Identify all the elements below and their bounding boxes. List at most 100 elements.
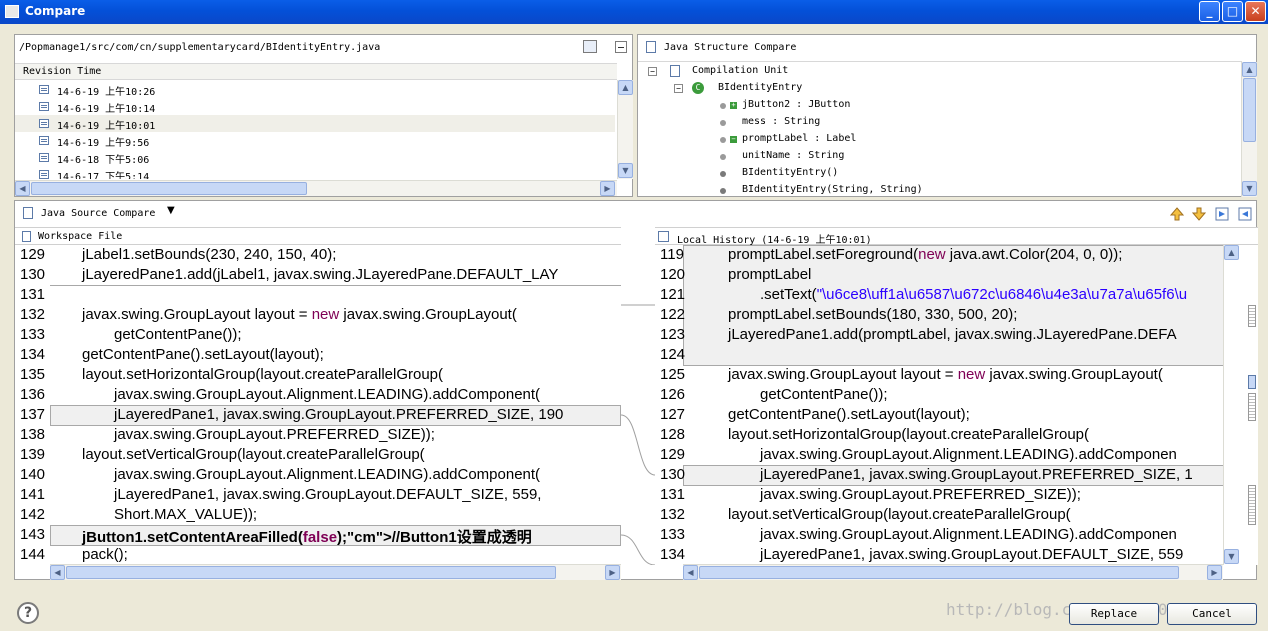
code-text: jLabel1.setBounds(230, 240, 150, 40); <box>82 246 337 263</box>
collapse-icon[interactable]: − <box>648 67 657 76</box>
cancel-button[interactable]: Cancel <box>1167 603 1257 625</box>
code-text: jButton1.setContentAreaFilled(false);"cm… <box>82 529 532 546</box>
scroll-thumb[interactable] <box>31 182 307 195</box>
member-icon <box>720 137 726 143</box>
code-text: layout.setHorizontalGroup(layout.createP… <box>728 426 1090 443</box>
minimize-pane-icon[interactable] <box>615 41 627 53</box>
code-text: .setText("\u6ce8\uff1a\u6587\u672c\u6846… <box>760 286 1188 303</box>
scroll-right-arrow[interactable]: ▶ <box>600 181 615 196</box>
revision-vscrollbar[interactable]: ▲ ▼ <box>617 80 633 179</box>
revision-time: 14-6-19 上午9:56 <box>57 138 150 149</box>
revision-time: 14-6-18 下午5:06 <box>57 155 150 166</box>
revision-hscrollbar[interactable]: ◀ ▶ <box>15 180 617 196</box>
source-compare-panel: Java Source Compare ▼ Workspace File Loc… <box>14 200 1258 580</box>
scroll-down-arrow[interactable]: ▼ <box>618 163 633 178</box>
replace-button[interactable]: Replace <box>1069 603 1159 625</box>
code-line: 131 <box>15 285 621 305</box>
code-line: 121 .setText("\u6ce8\uff1a\u6587\u672c\u6… <box>655 285 1223 305</box>
revision-time: 14-6-19 上午10:14 <box>57 104 156 115</box>
code-text: layout.setVerticalGroup(layout.createPar… <box>82 446 425 463</box>
code-line: 129 javax.swing.GroupLayout.Alignment.LEA… <box>655 445 1223 465</box>
help-icon[interactable]: ? <box>17 602 39 624</box>
code-line: 137 jLayeredPane1, javax.swing.GroupLayou… <box>15 405 621 425</box>
next-difference-icon[interactable] <box>1169 206 1185 221</box>
code-text: javax.swing.GroupLayout.PREFERRED_SIZE))… <box>760 486 1081 503</box>
next-change-icon[interactable] <box>1215 206 1229 221</box>
revision-list: 14-6-19 上午10:26 14-6-19 上午10:14 14-6-19 上午… <box>15 81 617 179</box>
line-number: 125 <box>660 366 686 383</box>
tree-label: BIdentityEntry(String, String) <box>742 184 923 195</box>
chevron-down-icon[interactable]: ▼ <box>167 205 175 216</box>
previous-change-icon[interactable] <box>1238 206 1252 221</box>
code-line: 123 jLayeredPane1.add(promptLabel, javax.… <box>655 325 1223 345</box>
revision-row[interactable]: 14-6-19 上午9:56 <box>15 132 615 149</box>
code-line: 141 jLayeredPane1, javax.swing.GroupLayou… <box>15 485 621 505</box>
right-code-editor[interactable]: 119 promptLabel.setForeground(new java.aw… <box>655 245 1223 565</box>
left-hscrollbar[interactable]: ◀ ▶ <box>50 564 621 580</box>
previous-difference-icon[interactable] <box>1191 206 1207 221</box>
line-number: 126 <box>660 386 686 403</box>
line-number: 124 <box>660 346 686 363</box>
line-number: 143 <box>20 526 46 543</box>
code-text: javax.swing.GroupLayout.Alignment.LEADIN… <box>114 386 541 403</box>
history-icon[interactable] <box>583 40 597 53</box>
code-text: jLayeredPane1, javax.swing.GroupLayout.D… <box>114 486 542 503</box>
scroll-left-arrow[interactable]: ◀ <box>683 565 698 580</box>
maximize-button[interactable]: □ <box>1222 1 1243 22</box>
code-line: 144 pack(); <box>15 545 621 565</box>
code-text: jLayeredPane1.add(jLabel1, javax.swing.J… <box>82 266 559 283</box>
scroll-thumb[interactable] <box>699 566 1179 579</box>
line-number: 130 <box>20 266 46 283</box>
code-text: javax.swing.GroupLayout layout = new jav… <box>82 306 517 323</box>
revision-icon <box>39 102 49 111</box>
line-number: 142 <box>20 506 46 523</box>
right-hscrollbar[interactable]: ◀ ▶ <box>683 564 1223 580</box>
code-line: 143 jButton1.setContentAreaFilled(false);… <box>15 525 621 546</box>
column-header-revision-time[interactable]: Revision Time <box>23 66 101 77</box>
diff-connector-gutter <box>620 245 656 566</box>
close-button[interactable]: ✕ <box>1245 1 1266 22</box>
collapse-icon[interactable]: − <box>674 84 683 93</box>
revision-row[interactable]: 14-6-19 上午10:01 <box>15 115 615 132</box>
revision-row[interactable]: 14-6-19 上午10:14 <box>15 98 615 115</box>
code-line: 126 getContentPane()); <box>655 385 1223 405</box>
line-number: 137 <box>20 406 46 423</box>
scroll-thumb[interactable] <box>66 566 556 579</box>
revision-row[interactable]: 14-6-19 上午10:26 <box>15 81 615 98</box>
java-file-icon <box>646 41 656 53</box>
tree-label: promptLabel : Label <box>742 133 857 144</box>
code-line: 131 javax.swing.GroupLayout.PREFERRED_SIZ… <box>655 485 1223 505</box>
scroll-left-arrow[interactable]: ◀ <box>50 565 65 580</box>
right-pane-title: Local History (14-6-19 上午10:01) <box>677 235 872 246</box>
scroll-up-arrow[interactable]: ▲ <box>1242 62 1257 77</box>
line-number: 144 <box>20 546 46 563</box>
revision-row[interactable]: 14-6-17 下午5:14 <box>15 166 615 179</box>
left-code-editor[interactable]: 129 jLabel1.setBounds(230, 240, 150, 40);… <box>15 245 621 565</box>
line-number: 129 <box>20 246 46 263</box>
right-vscrollbar[interactable]: ▲ ▼ <box>1223 245 1239 565</box>
code-text: Short.MAX_VALUE)); <box>114 506 258 523</box>
scroll-down-arrow[interactable]: ▼ <box>1242 181 1257 196</box>
tree-label: Compilation Unit <box>692 65 789 76</box>
scroll-left-arrow[interactable]: ◀ <box>15 181 30 196</box>
tree-label: BIdentityEntry() <box>742 167 839 178</box>
structure-tree: − Compilation Unit − C BIdentityEntry + j… <box>638 61 1242 197</box>
scroll-thumb[interactable] <box>1243 78 1256 142</box>
structure-vscrollbar[interactable]: ▲ ▼ <box>1241 62 1257 197</box>
scroll-up-arrow[interactable]: ▲ <box>618 80 633 95</box>
line-number: 130 <box>660 466 686 483</box>
scroll-right-arrow[interactable]: ▶ <box>605 565 620 580</box>
overview-ruler[interactable] <box>1243 245 1258 565</box>
member-icon <box>720 171 726 177</box>
scroll-right-arrow[interactable]: ▶ <box>1207 565 1222 580</box>
left-pane-header: Workspace File <box>15 227 621 245</box>
code-line: 135 layout.setHorizontalGroup(layout.crea… <box>15 365 621 385</box>
scroll-down-arrow[interactable]: ▼ <box>1224 549 1239 564</box>
code-line: 124 <box>655 345 1223 365</box>
code-text: promptLabel <box>728 266 812 283</box>
scroll-up-arrow[interactable]: ▲ <box>1224 245 1239 260</box>
revision-icon <box>39 153 49 162</box>
revision-row[interactable]: 14-6-18 下午5:06 <box>15 149 615 166</box>
column-header-row: Revision Time <box>15 63 617 80</box>
minimize-button[interactable]: _ <box>1199 1 1220 22</box>
